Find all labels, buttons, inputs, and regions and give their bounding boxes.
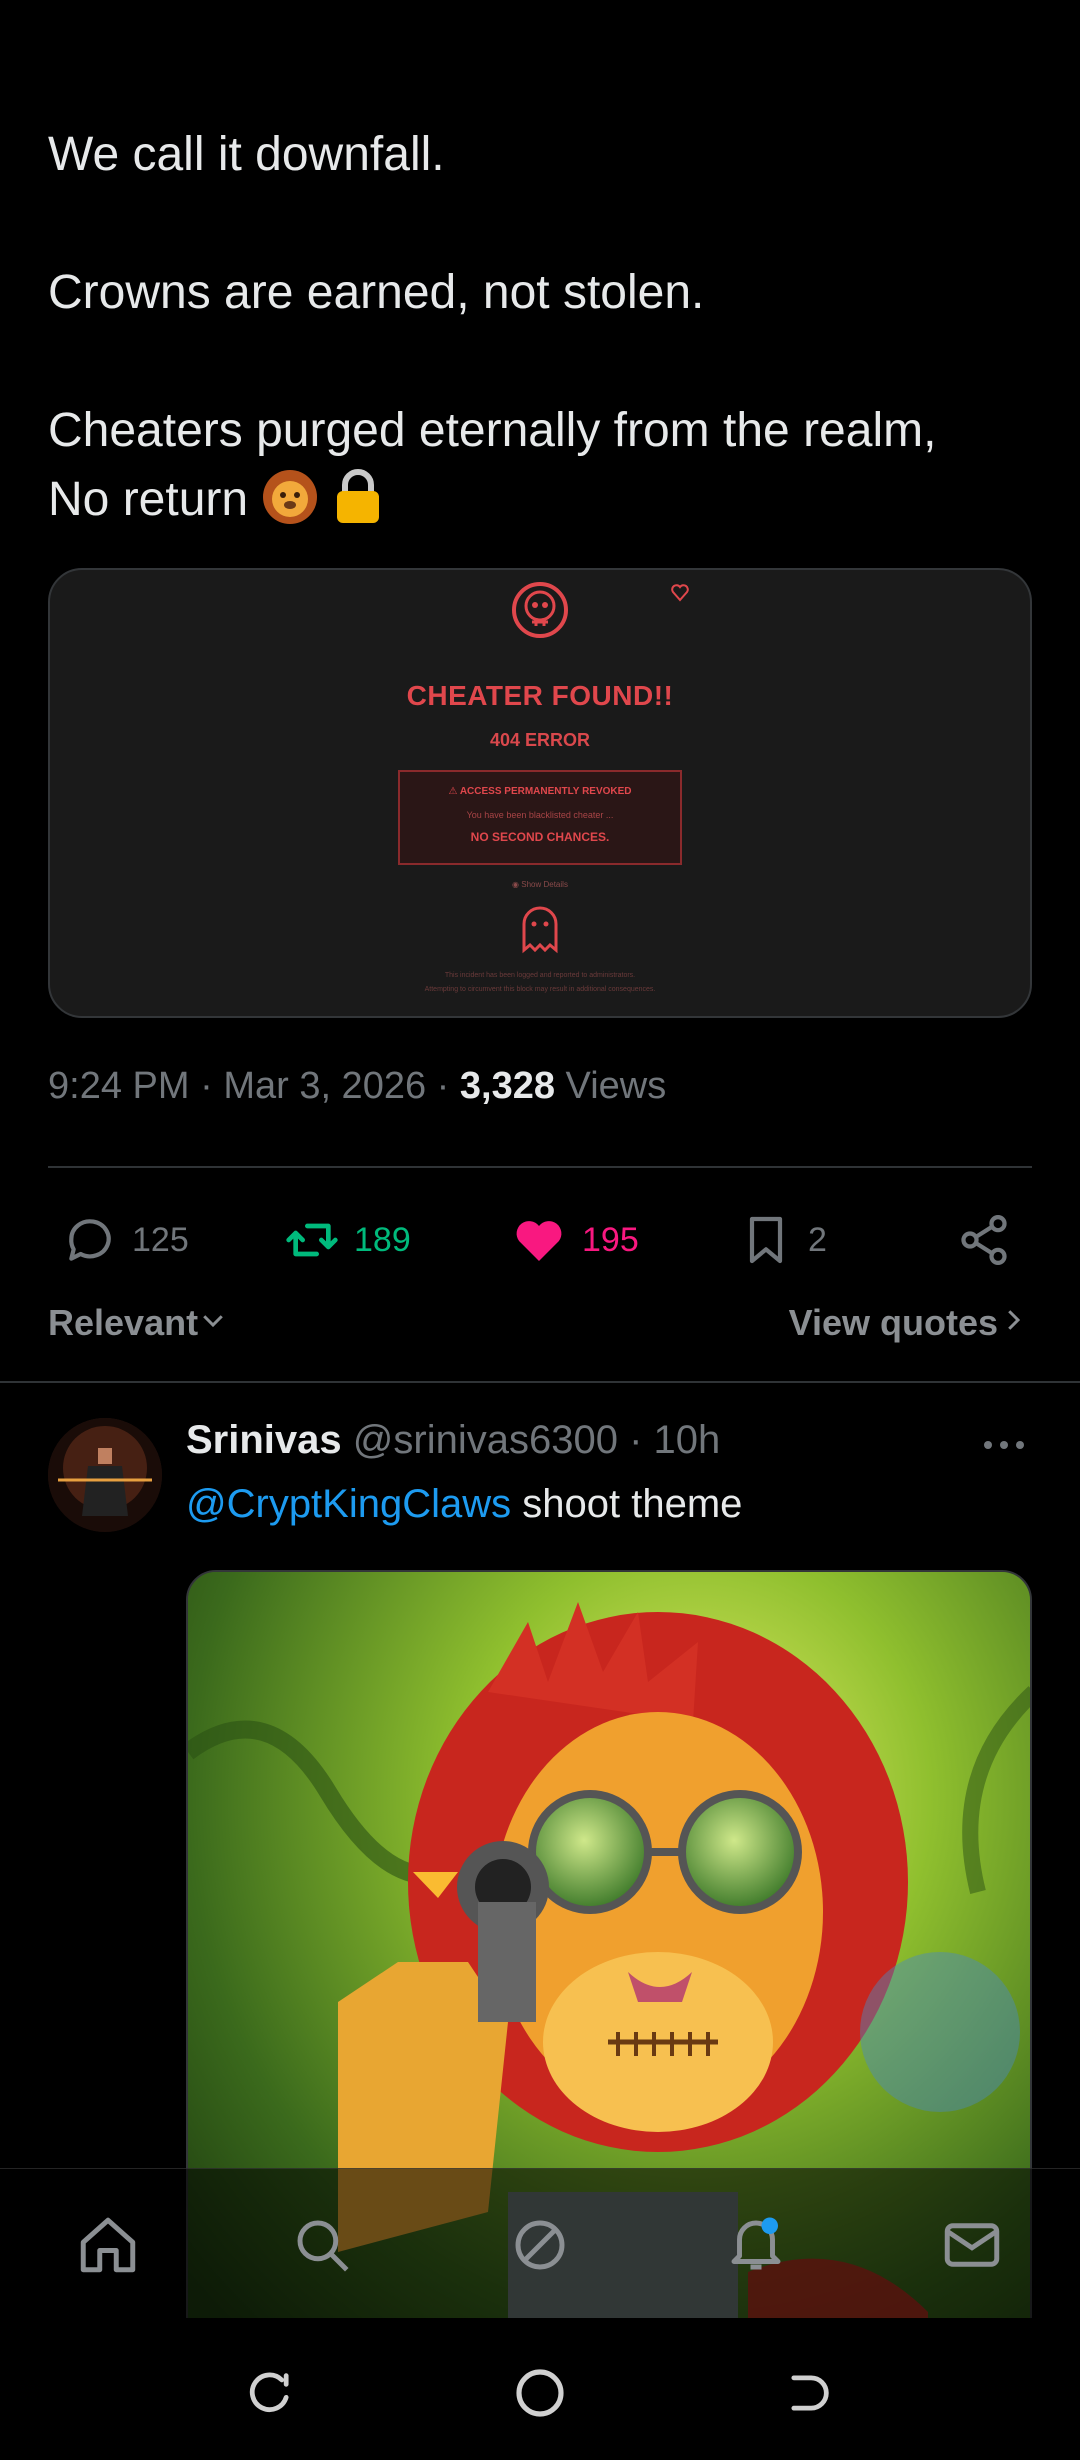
system-navigation-bar [0, 2318, 1080, 2460]
back-button[interactable] [774, 2360, 844, 2430]
small-heart-icon [670, 584, 690, 607]
box-emphasis: NO SECOND CHANCES. [470, 830, 610, 844]
error-code: 404 ERROR [489, 730, 591, 750]
repost-icon [284, 1212, 340, 1268]
bookmark-count: 2 [808, 1220, 827, 1259]
back-icon [783, 2367, 835, 2424]
reply-icon [62, 1212, 118, 1268]
bookmark-icon [738, 1212, 794, 1268]
tweet-meta: 9:24 PM · Mar 3, 2026 · 3,328 Views [48, 1065, 667, 1107]
search-icon [289, 2212, 355, 2283]
like-button[interactable]: 195 [510, 1205, 639, 1275]
tweet-line: Crowns are earned, not stolen. [48, 266, 705, 319]
reply-button[interactable]: 125 [62, 1205, 189, 1275]
reply-header: Srinivas @srinivas6300 · 10h [186, 1418, 721, 1462]
footer-note: Attempting to circumvent this block may … [424, 986, 656, 993]
sort-label: Relevant [48, 1302, 199, 1343]
reply-author-handle[interactable]: @srinivas6300 [353, 1418, 618, 1462]
messages-icon [939, 2212, 1005, 2283]
nav-home[interactable] [68, 2207, 148, 2287]
recents-icon [245, 2367, 297, 2424]
share-icon [956, 1212, 1012, 1268]
avatar[interactable] [48, 1418, 162, 1532]
home-system-button[interactable] [505, 2360, 575, 2430]
action-bar: 125 189 195 2 [48, 1205, 1032, 1275]
nav-messages[interactable] [932, 2207, 1012, 2287]
nav-notifications[interactable] [716, 2207, 796, 2287]
view-quotes-label: View quotes [788, 1302, 998, 1343]
home-icon [75, 2212, 141, 2283]
more-icon [980, 1441, 1028, 1469]
box-text: You have been blacklisted cheater ... [466, 810, 614, 820]
view-quotes-link[interactable]: View quotes [789, 1302, 1028, 1344]
tweet-line: Cheaters purged eternally from the realm… [48, 404, 937, 457]
reply-count: 125 [132, 1220, 189, 1259]
lion-face-icon [261, 467, 319, 544]
cheater-screen: CHEATER FOUND!! 404 ERROR ⚠ ACCESS PERMA… [50, 570, 1030, 1016]
show-details: ◉ Show Details [512, 880, 568, 889]
box-heading: ⚠ ACCESS PERMANENTLY REVOKED [448, 786, 632, 797]
mention-link[interactable]: @CryptKingClaws [186, 1482, 511, 1526]
share-button[interactable] [956, 1205, 1012, 1275]
divider [48, 1166, 1032, 1168]
chevron-right-icon [998, 1302, 1028, 1344]
chevron-down-icon [198, 1302, 228, 1344]
like-count: 195 [582, 1220, 639, 1259]
tweet-line-last: No return [48, 465, 1038, 544]
views-count: 3,328 [459, 1065, 555, 1107]
skull-icon [510, 580, 570, 649]
tweet-media[interactable]: CHEATER FOUND!! 404 ERROR ⚠ ACCESS PERMA… [48, 568, 1032, 1018]
tweet-line-text: No return [48, 473, 249, 526]
notifications-icon [723, 2212, 789, 2283]
repost-count: 189 [354, 1220, 411, 1259]
lock-icon [333, 467, 383, 544]
grok-icon [507, 2212, 573, 2283]
tweet-text: We call it downfall. Crowns are earned, … [48, 120, 1038, 544]
nav-search[interactable] [282, 2207, 362, 2287]
warning-icon: ⚠ [448, 786, 460, 797]
revoked-box: ⚠ ACCESS PERMANENTLY REVOKED You have be… [398, 770, 682, 865]
tweet-line: We call it downfall. [48, 128, 445, 181]
reply-age: 10h [653, 1418, 721, 1462]
heart-filled-icon [510, 1212, 568, 1268]
divider [0, 1381, 1080, 1383]
footer-note: This incident has been logged and report… [444, 972, 636, 979]
bottom-navigation [0, 2168, 1080, 2318]
recents-button[interactable] [236, 2360, 306, 2430]
eye-icon: ◉ [512, 880, 522, 889]
repost-button[interactable]: 189 [284, 1205, 411, 1275]
ghost-icon [518, 902, 562, 959]
reply-author-name[interactable]: Srinivas [186, 1418, 342, 1462]
sort-relevant-dropdown[interactable]: Relevant [48, 1302, 228, 1344]
tweet-date: Mar 3, 2026 [223, 1065, 427, 1107]
cheater-title: CHEATER FOUND!! [406, 680, 674, 711]
views-label[interactable]: Views [566, 1065, 667, 1107]
tweet-time: 9:24 PM [48, 1065, 190, 1107]
reply-text: @CryptKingClaws shoot theme [186, 1482, 742, 1527]
more-options-button[interactable] [980, 1425, 1028, 1470]
nav-grok[interactable] [500, 2207, 580, 2287]
reply-body: shoot theme [522, 1482, 743, 1526]
bookmark-button[interactable]: 2 [738, 1205, 827, 1275]
home-circle-icon [512, 2365, 568, 2426]
